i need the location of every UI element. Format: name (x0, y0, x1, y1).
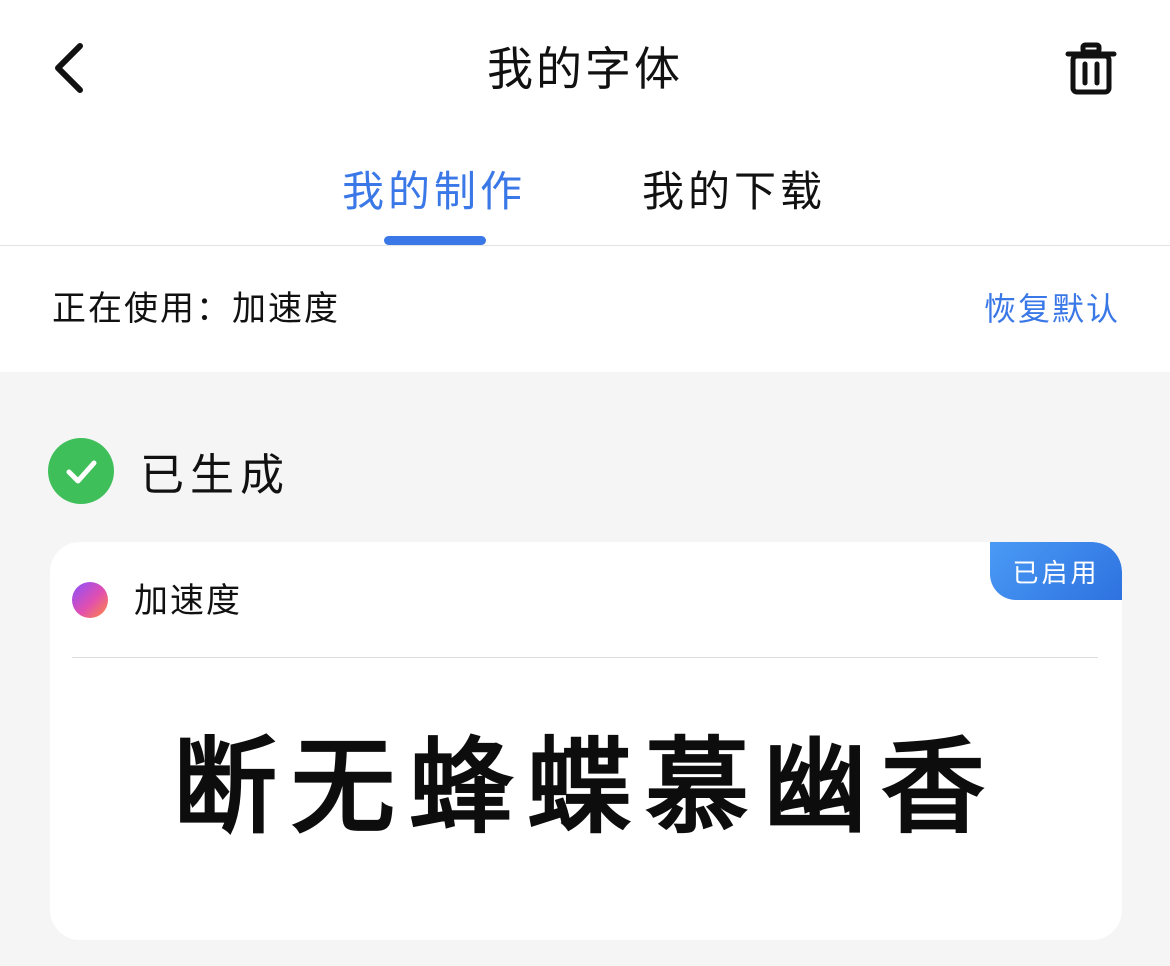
tab-my-creations[interactable]: 我的制作 (342, 164, 526, 220)
check-circle-icon (48, 438, 114, 504)
enabled-badge: 已启用 (990, 542, 1122, 600)
trash-icon (1065, 42, 1117, 95)
font-name: 加速度 (134, 581, 242, 621)
delete-button[interactable] (1058, 36, 1124, 102)
tab-my-downloads[interactable]: 我的下载 (642, 164, 826, 220)
top-panel: 我的字体 我的制作 我的下载 正在使用：加速度 恢复默认 (0, 0, 1170, 372)
card-divider (72, 657, 1098, 658)
current-font-label: 正在使用：加速度 (52, 289, 340, 329)
font-color-dot (72, 582, 108, 618)
font-sample-text: 断无蜂蝶慕幽香 (172, 725, 999, 848)
generated-status: 已生成 (48, 438, 290, 504)
active-tab-indicator (384, 236, 486, 245)
font-card[interactable]: 已启用 加速度 断无蜂蝶慕幽香 (50, 542, 1122, 940)
status-text: 已生成 (140, 450, 290, 501)
restore-default-button[interactable]: 恢复默认 (984, 286, 1120, 332)
page-title: 我的字体 (487, 42, 683, 96)
current-font-row: 正在使用：加速度 恢复默认 (0, 246, 1170, 372)
tab-bar: 我的制作 我的下载 (0, 158, 1170, 246)
